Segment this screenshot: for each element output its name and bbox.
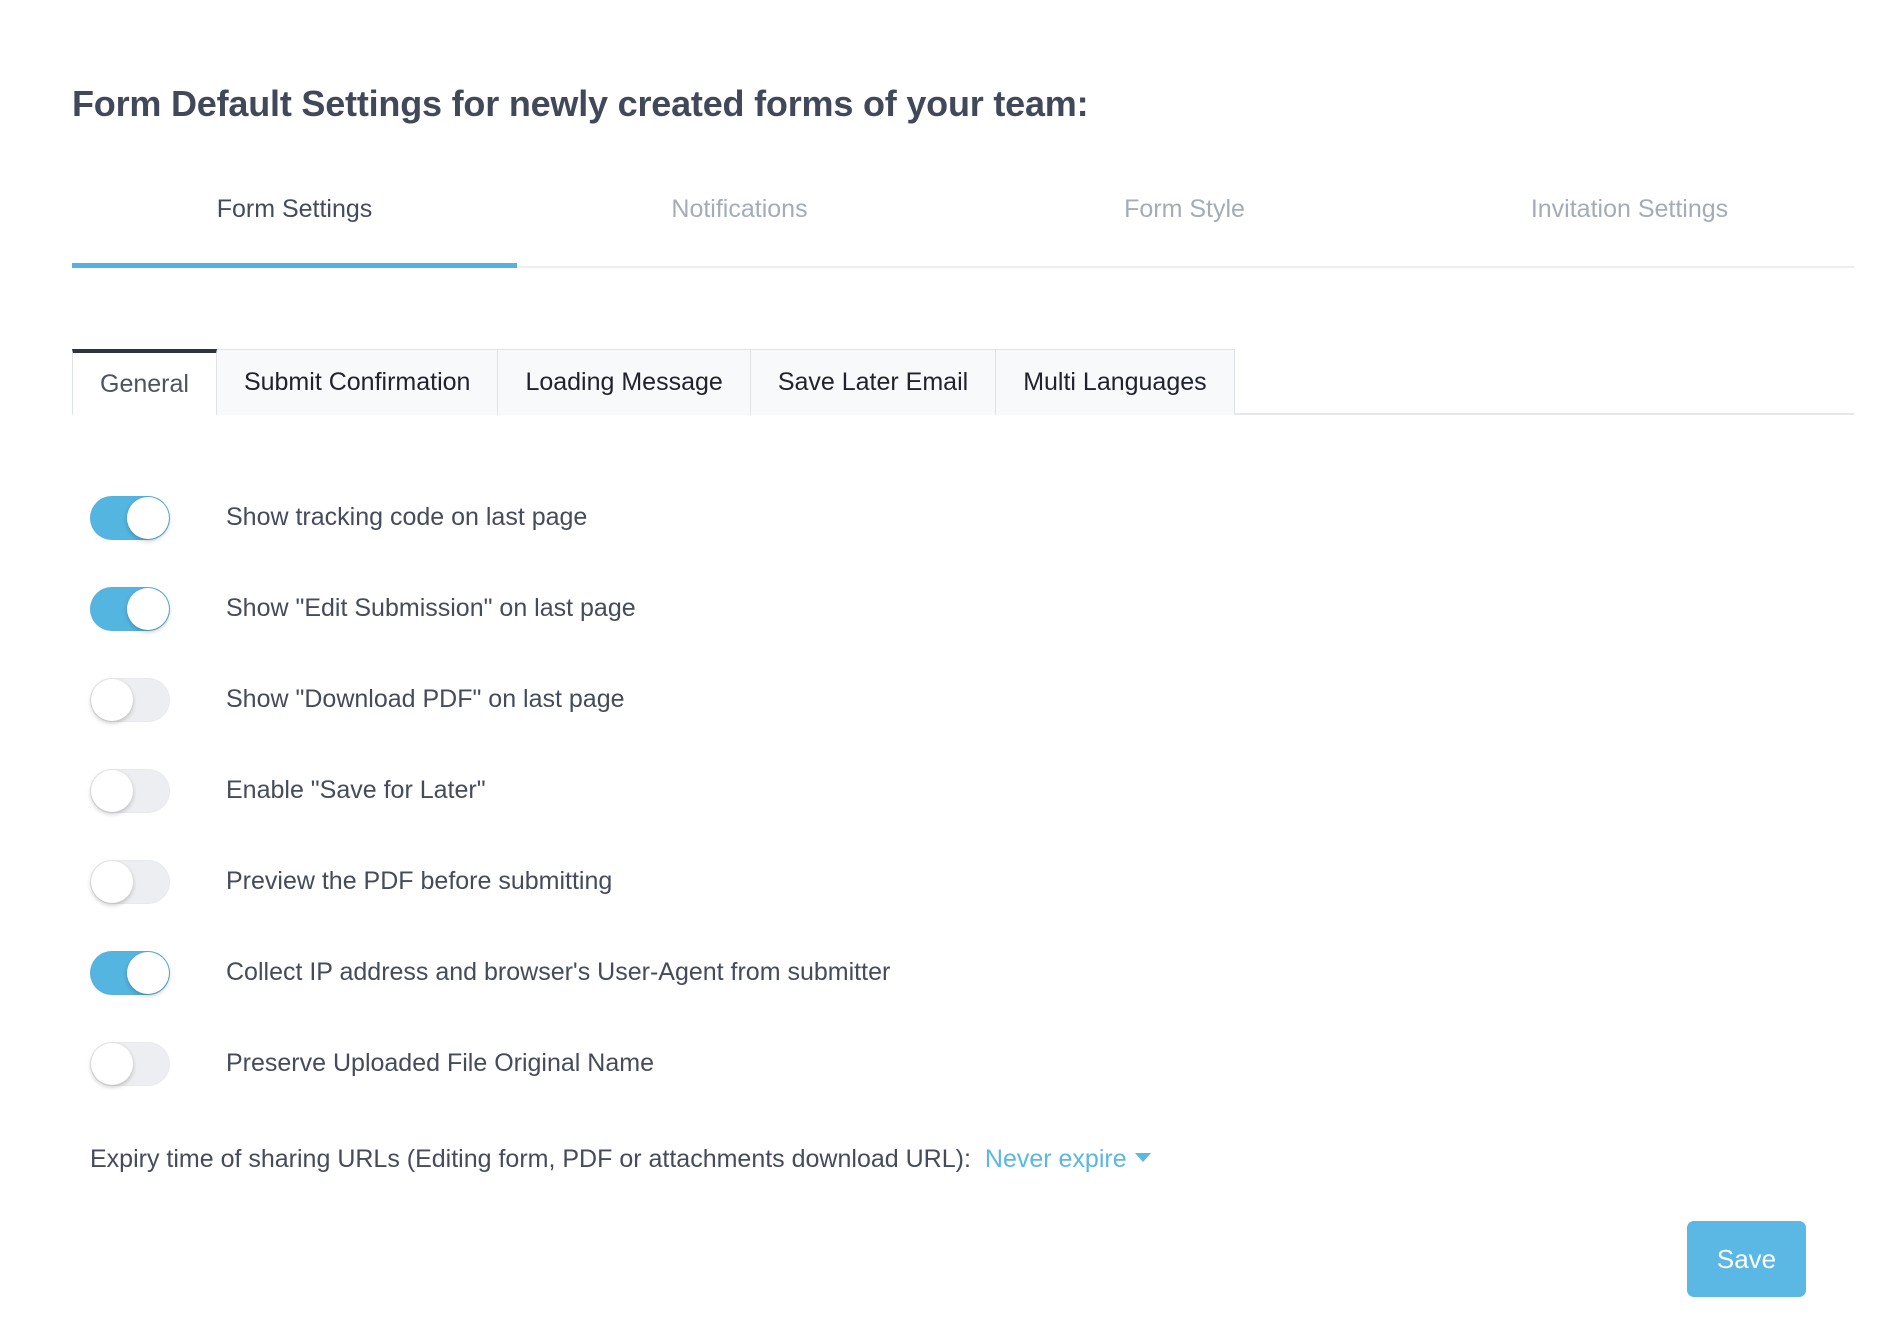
- main-tab-form-style[interactable]: Form Style: [962, 192, 1407, 266]
- main-tab-form-settings[interactable]: Form Settings: [72, 192, 517, 266]
- toggle-switch[interactable]: [90, 769, 170, 813]
- setting-label: Show "Edit Submission" on last page: [226, 596, 636, 621]
- setting-row: Enable "Save for Later": [90, 745, 1790, 836]
- toggle-knob: [91, 679, 133, 721]
- sub-tab-submit-confirmation[interactable]: Submit Confirmation: [216, 349, 498, 415]
- setting-label: Preview the PDF before submitting: [226, 869, 612, 894]
- page-title: Form Default Settings for newly created …: [72, 83, 1088, 125]
- main-tab-bar: Form Settings Notifications Form Style Invi…: [72, 192, 1854, 268]
- toggle-knob: [91, 861, 133, 903]
- setting-row: Show tracking code on last page: [90, 472, 1790, 563]
- toggle-knob: [127, 497, 169, 539]
- sub-tab-label: General: [100, 370, 189, 399]
- sub-tab-bar: General Submit Confirmation Loading Messag…: [72, 349, 1854, 415]
- expiry-dropdown-value: Never expire: [985, 1145, 1127, 1173]
- sub-tab-label: Save Later Email: [778, 368, 968, 397]
- setting-row: Show "Edit Submission" on last page: [90, 563, 1790, 654]
- setting-label: Preserve Uploaded File Original Name: [226, 1051, 654, 1076]
- sub-tab-loading-message[interactable]: Loading Message: [497, 349, 750, 415]
- sub-tab-list: General Submit Confirmation Loading Messag…: [72, 349, 1854, 415]
- expiry-setting-row: Expiry time of sharing URLs (Editing for…: [90, 1145, 1151, 1174]
- setting-row: Collect IP address and browser's User-Ag…: [90, 927, 1790, 1018]
- toggle-knob: [127, 952, 169, 994]
- toggle-switch[interactable]: [90, 860, 170, 904]
- settings-page: Form Default Settings for newly created …: [0, 0, 1902, 1338]
- setting-label: Enable "Save for Later": [226, 778, 486, 803]
- setting-label: Collect IP address and browser's User-Ag…: [226, 960, 890, 985]
- main-tab-label: Invitation Settings: [1531, 195, 1728, 223]
- chevron-down-icon: [1135, 1153, 1151, 1162]
- toggle-switch[interactable]: [90, 1042, 170, 1086]
- expiry-label: Expiry time of sharing URLs (Editing for…: [90, 1145, 971, 1174]
- setting-label: Show "Download PDF" on last page: [226, 687, 625, 712]
- setting-row: Show "Download PDF" on last page: [90, 654, 1790, 745]
- sub-tab-label: Loading Message: [525, 368, 722, 397]
- toggle-knob: [91, 1043, 133, 1085]
- settings-toggle-list: Show tracking code on last page Show "Edi…: [90, 472, 1790, 1109]
- sub-tab-multi-languages[interactable]: Multi Languages: [995, 349, 1234, 415]
- setting-row: Preview the PDF before submitting: [90, 836, 1790, 927]
- sub-tab-general[interactable]: General: [72, 349, 217, 415]
- setting-label: Show tracking code on last page: [226, 505, 587, 530]
- main-tab-label: Notifications: [671, 195, 807, 223]
- toggle-knob: [127, 588, 169, 630]
- toggle-switch[interactable]: [90, 951, 170, 995]
- setting-row: Preserve Uploaded File Original Name: [90, 1018, 1790, 1109]
- toggle-knob: [91, 770, 133, 812]
- toggle-switch[interactable]: [90, 496, 170, 540]
- expiry-dropdown[interactable]: Never expire: [985, 1145, 1151, 1174]
- main-tab-label: Form Settings: [217, 195, 373, 223]
- save-button[interactable]: Save: [1687, 1221, 1806, 1297]
- sub-tab-save-later-email[interactable]: Save Later Email: [750, 349, 996, 415]
- main-tab-label: Form Style: [1124, 195, 1245, 223]
- main-tab-notifications[interactable]: Notifications: [517, 192, 962, 266]
- main-tab-invitation-settings[interactable]: Invitation Settings: [1407, 192, 1852, 266]
- sub-tab-label: Submit Confirmation: [244, 368, 470, 397]
- toggle-switch[interactable]: [90, 587, 170, 631]
- sub-tab-label: Multi Languages: [1023, 368, 1206, 397]
- toggle-switch[interactable]: [90, 678, 170, 722]
